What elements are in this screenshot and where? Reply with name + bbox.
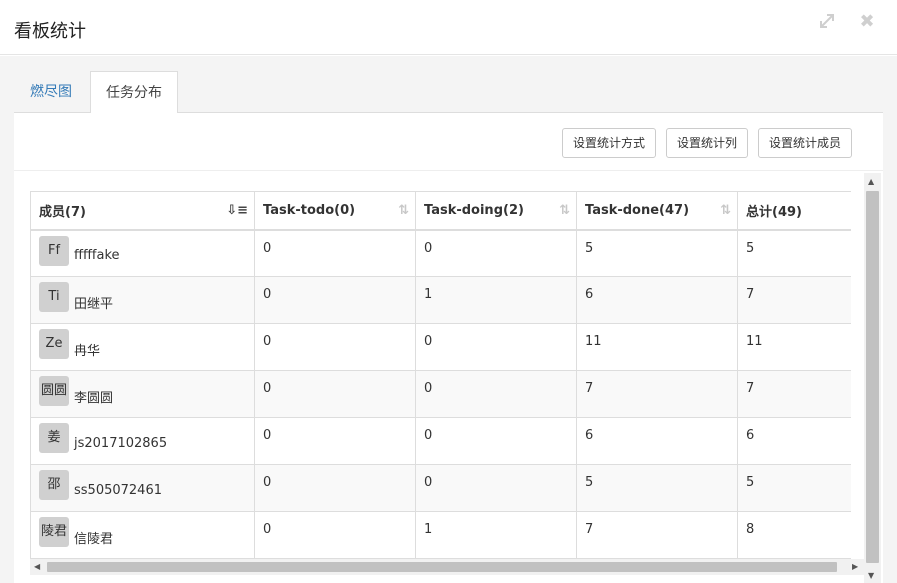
avatar: Ff — [39, 235, 69, 266]
doing-cell: 0 — [415, 229, 577, 277]
doing-cell: 0 — [415, 323, 577, 371]
todo-cell: 0 — [254, 511, 416, 559]
expand-icon[interactable] — [817, 12, 837, 32]
done-cell: 11 — [576, 323, 738, 371]
scroll-down-icon[interactable]: ▼ — [868, 571, 874, 580]
table-row: Ti 田继平 0 1 6 7 — [30, 276, 851, 324]
set-members-button[interactable]: 设置统计成员 — [758, 128, 852, 158]
member-name: 田继平 — [74, 296, 114, 312]
sort-icon[interactable]: ⇅ — [398, 203, 409, 218]
member-name: js2017102865 — [74, 435, 168, 451]
todo-cell: 0 — [254, 276, 416, 324]
total-cell: 7 — [737, 276, 851, 324]
total-cell: 6 — [737, 417, 851, 465]
avatar: Ze — [39, 329, 69, 359]
col-member-label: 成员(7) — [39, 204, 86, 220]
tab-task-distribution[interactable]: 任务分布 — [90, 71, 178, 114]
scroll-up-icon[interactable]: ▲ — [868, 177, 874, 186]
table-row: 姜 js2017102865 0 0 6 6 — [30, 417, 851, 465]
col-member[interactable]: 成员(7) ⇩≡ — [30, 191, 255, 231]
doing-cell: 0 — [415, 464, 577, 512]
stats-table-container: 成员(7) ⇩≡ Task-todo(0) ⇅ Task-doing(2) ⇅ Tas… — [30, 191, 851, 561]
sort-icon[interactable]: ⇅ — [720, 203, 731, 218]
set-columns-button[interactable]: 设置统计列 — [666, 128, 748, 158]
done-cell: 5 — [576, 464, 738, 512]
dialog-title: 看板统计 — [14, 21, 86, 42]
table-header-row: 成员(7) ⇩≡ Task-todo(0) ⇅ Task-doing(2) ⇅ Tas… — [30, 191, 851, 231]
member-cell: 姜 js2017102865 — [30, 417, 255, 465]
total-cell: 5 — [737, 464, 851, 512]
done-cell: 7 — [576, 370, 738, 418]
col-todo[interactable]: Task-todo(0) ⇅ — [254, 191, 416, 231]
member-cell: Ff fffffake — [30, 229, 255, 277]
done-cell: 6 — [576, 276, 738, 324]
divider — [14, 170, 883, 171]
member-cell: 邵 ss505072461 — [30, 464, 255, 512]
total-cell: 7 — [737, 370, 851, 418]
total-cell: 5 — [737, 229, 851, 277]
table-row: 圆圆 李圆圆 0 0 7 7 — [30, 370, 851, 418]
member-name: ss505072461 — [74, 482, 162, 498]
table-row: 陵君 信陵君 0 1 7 8 — [30, 511, 851, 559]
col-done[interactable]: Task-done(47) ⇅ — [576, 191, 738, 231]
member-name: 李圆圆 — [74, 390, 114, 406]
horizontal-scroll-thumb[interactable] — [47, 562, 837, 572]
sort-desc-icon[interactable]: ⇩≡ — [226, 203, 248, 218]
done-cell: 6 — [576, 417, 738, 465]
member-cell: Ti 田继平 — [30, 276, 255, 324]
set-method-button[interactable]: 设置统计方式 — [562, 128, 656, 158]
tab-bar: 燃尽图 任务分布 — [14, 71, 883, 114]
done-cell: 5 — [576, 229, 738, 277]
col-done-label: Task-done(47) — [585, 202, 690, 218]
col-doing-label: Task-doing(2) — [424, 202, 524, 218]
doing-cell: 1 — [415, 276, 577, 324]
doing-cell: 1 — [415, 511, 577, 559]
dialog-header: 看板统计 ✖ — [0, 0, 897, 55]
scroll-left-icon[interactable]: ◀ — [34, 562, 40, 571]
sort-icon[interactable]: ⇅ — [559, 203, 570, 218]
table-row: 邵 ss505072461 0 0 5 5 — [30, 464, 851, 512]
table-row: Ff fffffake 0 0 5 5 — [30, 229, 851, 277]
todo-cell: 0 — [254, 229, 416, 277]
member-name: fffffake — [74, 248, 120, 263]
todo-cell: 0 — [254, 323, 416, 371]
avatar: 圆圆 — [39, 376, 69, 406]
total-cell: 11 — [737, 323, 851, 371]
done-cell: 7 — [576, 511, 738, 559]
col-total[interactable]: 总计(49)⇅ — [737, 191, 851, 231]
table-row: Ze 冉华 0 0 11 11 — [30, 323, 851, 371]
vertical-scroll-thumb[interactable] — [866, 191, 879, 563]
task-distribution-panel: 设置统计方式 设置统计列 设置统计成员 成员(7) ⇩≡ Task-todo(0)… — [14, 113, 883, 583]
avatar: Ti — [39, 282, 69, 312]
todo-cell: 0 — [254, 417, 416, 465]
horizontal-scrollbar[interactable]: ◀ ▶ — [30, 559, 864, 575]
doing-cell: 0 — [415, 417, 577, 465]
col-doing[interactable]: Task-doing(2) ⇅ — [415, 191, 577, 231]
member-name: 冉华 — [74, 343, 101, 359]
member-name: 信陵君 — [74, 531, 114, 547]
todo-cell: 0 — [254, 464, 416, 512]
member-cell: Ze 冉华 — [30, 323, 255, 371]
doing-cell: 0 — [415, 370, 577, 418]
scroll-right-icon[interactable]: ▶ — [852, 562, 858, 571]
close-icon[interactable]: ✖ — [857, 12, 877, 32]
total-cell: 8 — [737, 511, 851, 559]
vertical-scrollbar[interactable]: ▲ ▼ — [864, 173, 881, 583]
tab-burndown[interactable]: 燃尽图 — [14, 71, 88, 113]
avatar: 姜 — [39, 423, 69, 453]
member-cell: 圆圆 李圆圆 — [30, 370, 255, 418]
col-total-label: 总计(49) — [746, 204, 802, 220]
avatar: 陵君 — [39, 517, 69, 547]
member-cell: 陵君 信陵君 — [30, 511, 255, 559]
col-todo-label: Task-todo(0) — [263, 202, 356, 218]
avatar: 邵 — [39, 470, 69, 500]
stats-table: 成员(7) ⇩≡ Task-todo(0) ⇅ Task-doing(2) ⇅ Tas… — [30, 191, 851, 559]
todo-cell: 0 — [254, 370, 416, 418]
